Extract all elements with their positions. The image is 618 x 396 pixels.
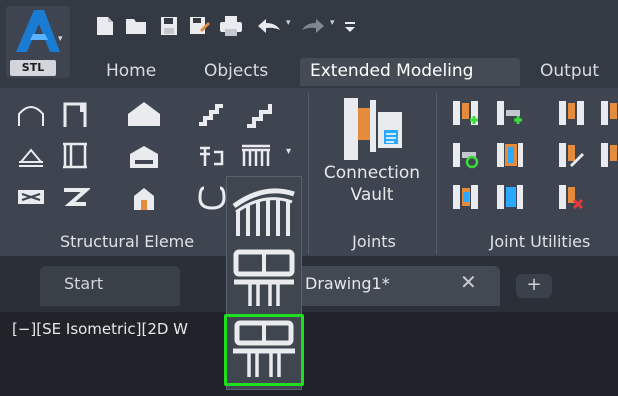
update-joint-icon[interactable]: [450, 140, 482, 170]
tab-home[interactable]: Home: [96, 58, 166, 86]
viewport-controls-text: [−][SE Isometric][2D W: [12, 320, 189, 338]
undo-dropdown-icon[interactable]: ▾: [286, 18, 291, 28]
stair-landing-icon[interactable]: [244, 100, 274, 130]
copy-joint-icon[interactable]: [556, 98, 588, 128]
roof-icon[interactable]: [124, 98, 164, 130]
portal-frame-icon[interactable]: [60, 100, 90, 130]
connection-vault-label[interactable]: Connection Vault: [308, 162, 436, 206]
redo-icon[interactable]: [298, 14, 328, 38]
viewport-controls-label[interactable]: [−][SE Isometric][2D We]: [12, 320, 259, 338]
application-menu-dropdown-icon[interactable]: ▾: [58, 34, 63, 44]
panel-label-structural-elements[interactable]: Structural Eleme: [60, 230, 232, 254]
arch-beam-icon[interactable]: [16, 100, 46, 130]
curved-railing-icon[interactable]: [230, 182, 298, 240]
railing-icon[interactable]: [238, 140, 274, 170]
railing-dropdown-icon[interactable]: ▾: [286, 146, 291, 157]
joint-tool-icon[interactable]: [598, 140, 618, 170]
selected-railing-option[interactable]: [224, 314, 304, 386]
joint-tool-icon[interactable]: [598, 98, 618, 128]
new-tab-button[interactable]: +: [516, 274, 552, 298]
girder-icon[interactable]: [16, 182, 46, 212]
panel-separator: [436, 92, 437, 254]
open-folder-icon[interactable]: [124, 14, 150, 38]
stair-icon[interactable]: [196, 100, 226, 130]
cage-ladder-icon[interactable]: [196, 140, 226, 170]
joint-group-icon[interactable]: [450, 182, 482, 212]
new-file-icon[interactable]: [94, 14, 116, 38]
joint-info-icon[interactable]: [494, 182, 526, 212]
doc-tab-drawing-label: Drawing1*: [305, 274, 390, 293]
building-icon[interactable]: [124, 182, 164, 214]
tab-objects[interactable]: Objects: [194, 58, 278, 86]
stl-badge: STL: [10, 60, 56, 76]
customize-toolbar-icon[interactable]: [342, 14, 358, 38]
autocad-logo-icon: [16, 10, 60, 52]
straight-railing-icon[interactable]: [230, 248, 298, 310]
panel-label-joints[interactable]: Joints: [320, 230, 428, 254]
doc-tab-start[interactable]: [40, 266, 180, 306]
connection-vault-icon[interactable]: [342, 96, 406, 162]
delete-joint-icon[interactable]: [556, 182, 588, 212]
panel-label-joint-utilities[interactable]: Joint Utilities: [470, 230, 610, 254]
redo-dropdown-icon[interactable]: ▾: [330, 18, 335, 28]
shed-icon[interactable]: [124, 140, 164, 172]
undo-icon[interactable]: [254, 14, 284, 38]
close-tab-icon[interactable]: ✕: [460, 270, 477, 294]
print-icon[interactable]: [218, 14, 244, 38]
doc-tab-start-label: Start: [64, 274, 104, 293]
joint-properties-icon[interactable]: [494, 140, 526, 170]
connection-vault-label-line1: Connection: [323, 163, 421, 183]
edit-joint-icon[interactable]: [556, 140, 588, 170]
add-joint-icon[interactable]: [450, 98, 482, 128]
save-icon[interactable]: [158, 14, 180, 38]
add-joint-to-template-icon[interactable]: [494, 98, 526, 128]
bracing-icon[interactable]: [60, 140, 90, 170]
tab-extended-modeling[interactable]: Extended Modeling: [300, 58, 520, 86]
tab-output[interactable]: Output: [530, 58, 609, 86]
gate-railing-icon: [233, 320, 295, 377]
connection-vault-label-line2: Vault: [350, 185, 394, 205]
truss-icon[interactable]: [16, 140, 46, 170]
save-as-icon[interactable]: [188, 14, 212, 38]
circular-beam-icon[interactable]: [196, 182, 228, 212]
z-purlin-icon[interactable]: [60, 182, 90, 212]
